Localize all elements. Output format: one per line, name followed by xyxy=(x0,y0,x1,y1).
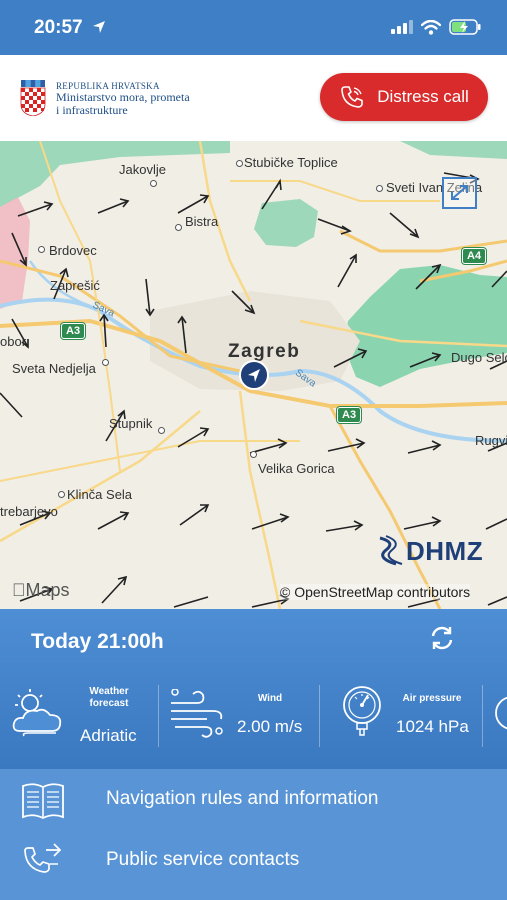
place-bistra: Bistra xyxy=(185,214,219,229)
forecast-time-title: Today 21:00h xyxy=(31,630,164,653)
croatia-crest-logo xyxy=(20,80,46,116)
current-location-marker[interactable] xyxy=(239,360,269,390)
org-line-3: i infrastrukture xyxy=(56,103,128,117)
status-icons xyxy=(391,19,481,35)
location-arrow-icon xyxy=(93,21,105,33)
weather-panel: Today 21:00h Weather forecast Adriatic W… xyxy=(0,609,507,769)
menu-item-label: Navigation rules and information xyxy=(106,788,379,809)
place-dot xyxy=(250,451,257,458)
place-velika-gorica: Velika Gorica xyxy=(258,461,335,476)
phone-contacts-icon xyxy=(24,843,62,873)
wind-cell[interactable]: Wind 2.00 m/s xyxy=(159,675,319,755)
place-trebarjevo: trebarjevo xyxy=(0,504,58,519)
place-dot xyxy=(102,359,109,366)
wind-icon xyxy=(171,689,223,738)
place-dot xyxy=(150,180,157,187)
osm-attribution[interactable]: © OpenStreetMap contributors xyxy=(280,584,471,600)
divider xyxy=(482,685,483,747)
phone-icon xyxy=(341,86,363,108)
forecast-value: Adriatic xyxy=(80,726,137,745)
place-zapresic: Zaprešić xyxy=(50,278,100,293)
place-dot xyxy=(175,224,182,231)
place-dot xyxy=(58,491,65,498)
place-dot xyxy=(38,246,45,253)
pressure-gauge-icon xyxy=(343,686,381,736)
place-dot xyxy=(158,427,165,434)
weather-forecast-cell[interactable]: Weather forecast Adriatic xyxy=(0,675,158,755)
expand-map-button[interactable] xyxy=(442,177,477,209)
distress-call-button[interactable]: Distress call xyxy=(320,73,488,121)
place-dot xyxy=(376,185,383,192)
place-dugo-selo: Dugo Selo xyxy=(451,350,507,365)
app-header: REPUBLIKA HRVATSKA Ministarstvo mora, pr… xyxy=(0,55,507,141)
battery-charging-icon xyxy=(449,19,481,35)
place-zagreb: Zagreb xyxy=(228,341,301,362)
place-jakovlje: Jakovlje xyxy=(119,162,166,177)
road-shield: A3 xyxy=(61,323,86,339)
menu-item-public-service-contacts[interactable]: Public service contacts xyxy=(0,830,507,891)
place-stubicke-toplice: Stubičke Toplice xyxy=(244,155,338,170)
apple-icon:  xyxy=(12,580,26,600)
maps-brand-text: Maps xyxy=(12,580,70,600)
menu-item-navigation-rules[interactable]: Navigation rules and information xyxy=(0,769,507,830)
place-dot xyxy=(236,160,243,167)
status-bar: 20:57 xyxy=(0,0,507,55)
wind-value: 2.00 m/s xyxy=(237,717,303,736)
weather-metrics: Weather forecast Adriatic Wind 2.00 m/s xyxy=(0,675,507,765)
signal-icon xyxy=(391,20,413,34)
air-pressure-cell[interactable]: Air pressure 1024 hPa xyxy=(320,675,482,755)
status-time: 20:57 xyxy=(34,17,83,38)
sun-cloud-icon xyxy=(12,689,62,737)
place-klinca-sela: Klinča Sela xyxy=(67,487,133,502)
pressure-head: Air pressure xyxy=(402,693,462,704)
ministry-name: REPUBLIKA HRVATSKA Ministarstvo mora, pr… xyxy=(56,81,190,117)
apple-maps-logo: Maps xyxy=(12,580,70,601)
open-book-icon xyxy=(22,783,64,820)
bottom-menu: Navigation rules and information Public … xyxy=(0,769,507,900)
dhmz-text: DHMZ xyxy=(406,536,484,566)
dhmz-logo: DHMZ xyxy=(376,532,494,572)
place-rugvi: Rugvi xyxy=(475,433,507,448)
place-obor: obor xyxy=(0,334,27,349)
refresh-icon[interactable] xyxy=(428,624,456,652)
road-shield: A3 xyxy=(337,407,362,423)
wind-head: Wind xyxy=(257,693,283,704)
next-metric-icon[interactable] xyxy=(494,693,507,733)
place-stupnik: Stupnik xyxy=(109,416,153,431)
dhmz-swirl-icon xyxy=(379,535,403,566)
map-view[interactable]: Jakovlje Stubičke Toplice Sveti Ivan Zel… xyxy=(0,141,507,609)
wifi-icon xyxy=(421,19,441,35)
distress-call-label: Distress call xyxy=(377,87,469,106)
navigation-arrow-icon xyxy=(248,369,260,382)
expand-icon xyxy=(451,185,468,200)
place-sveta-nedjelja: Sveta Nedjelja xyxy=(12,361,96,376)
menu-item-label: Public service contacts xyxy=(106,849,300,870)
place-brdovec: Brdovec xyxy=(49,243,97,258)
road-shield: A4 xyxy=(462,248,487,264)
forecast-head: Weather forecast xyxy=(89,686,129,709)
pressure-value: 1024 hPa xyxy=(396,717,469,736)
